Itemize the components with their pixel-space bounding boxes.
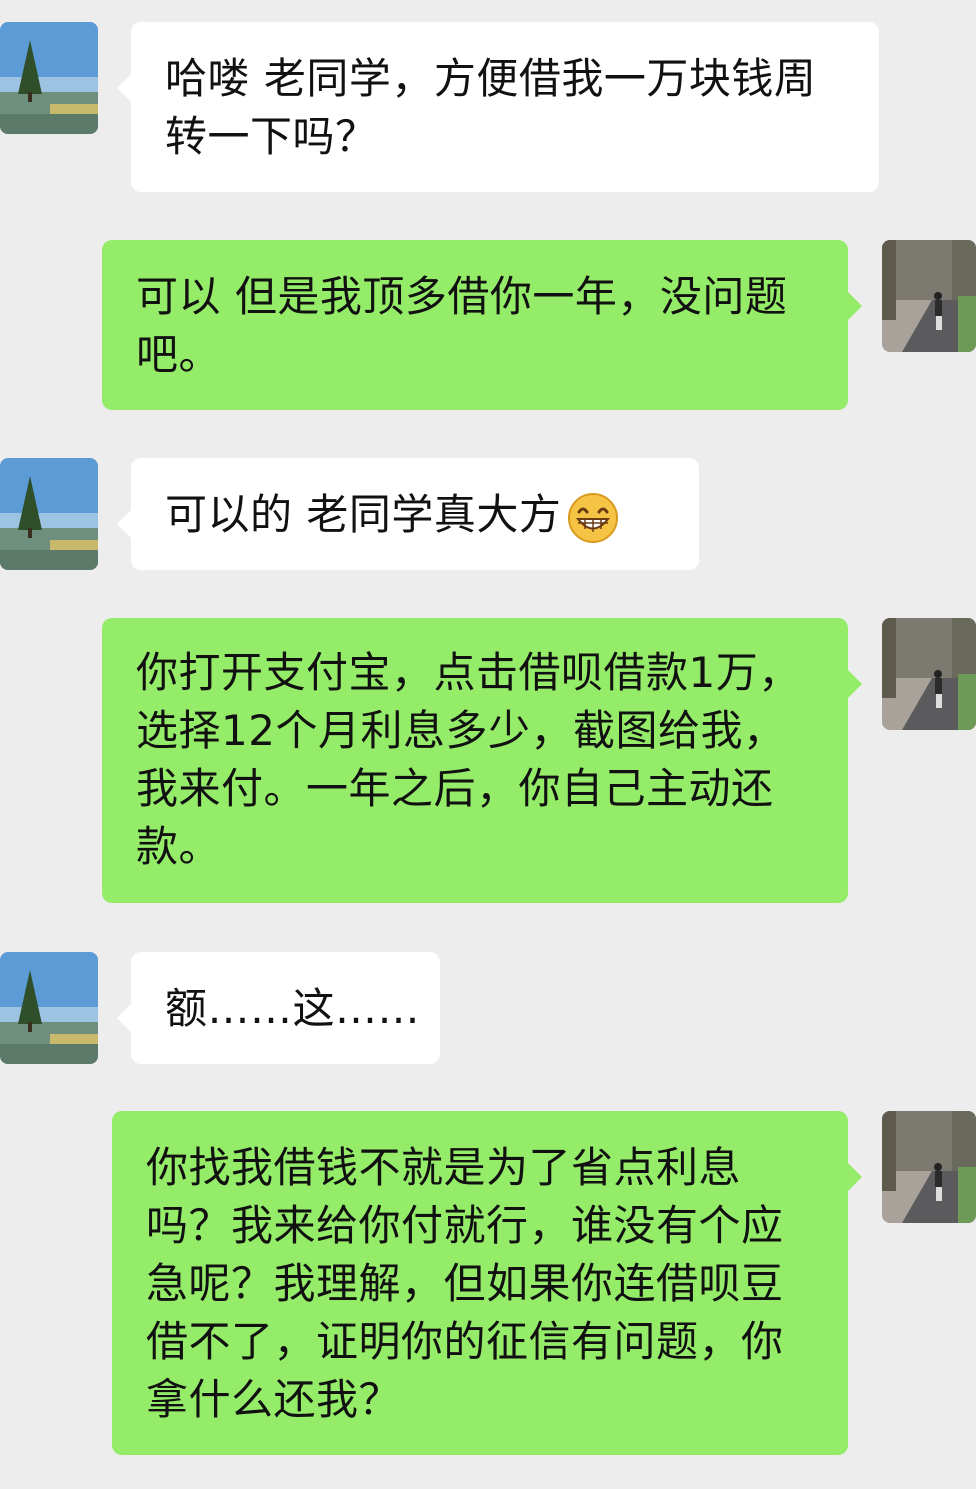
message-bubble-outgoing[interactable]: 可以 但是我顶多借你一年，没问题吧。 bbox=[102, 240, 862, 410]
self-avatar[interactable] bbox=[882, 1111, 976, 1223]
bubble-tail bbox=[848, 1163, 862, 1191]
self-avatar[interactable] bbox=[882, 618, 976, 730]
contact-avatar[interactable] bbox=[0, 952, 98, 1064]
message-bubble-incoming[interactable]: 可以的 老同学真大方 bbox=[117, 458, 699, 570]
grinning-face-icon bbox=[568, 492, 619, 543]
bubble-tail bbox=[117, 510, 131, 538]
street-walker-avatar bbox=[882, 1111, 976, 1223]
tree-landscape-avatar bbox=[0, 22, 98, 134]
tree-landscape-avatar bbox=[0, 458, 98, 570]
message-text: 可以 但是我顶多借你一年，没问题吧。 bbox=[136, 272, 788, 379]
contact-avatar[interactable] bbox=[0, 22, 98, 134]
bubble-tail bbox=[848, 292, 862, 320]
message-text: 哈喽 老同学，方便借我一万块钱周转一下吗？ bbox=[165, 54, 817, 161]
message-bubble-incoming[interactable]: 哈喽 老同学，方便借我一万块钱周转一下吗？ bbox=[117, 22, 879, 192]
message-bubble-incoming[interactable]: 额……这…… bbox=[117, 952, 440, 1064]
bubble-tail bbox=[848, 670, 862, 698]
message-text: 你打开支付宝，点击借呗借款1万，选择12个月利息多少，截图给我，我来付。一年之后… bbox=[136, 648, 801, 871]
chat-thread: 哈喽 老同学，方便借我一万块钱周转一下吗？ 可以 但是我顶多借你一年，没问题吧。 bbox=[0, 0, 976, 1489]
message-text: 你找我借钱不就是为了省点利息吗？我来给你付就行，谁没有个应急呢？我理解，但如果你… bbox=[146, 1143, 784, 1424]
self-avatar[interactable] bbox=[882, 240, 976, 352]
street-walker-avatar bbox=[882, 240, 976, 352]
message-text: 额……这…… bbox=[165, 984, 421, 1033]
contact-avatar[interactable] bbox=[0, 458, 98, 570]
bubble-tail bbox=[117, 74, 131, 102]
street-walker-avatar bbox=[882, 618, 976, 730]
message-text-content: 可以的 老同学真大方 bbox=[165, 490, 562, 539]
bubble-tail bbox=[117, 1004, 131, 1032]
tree-landscape-avatar bbox=[0, 952, 98, 1064]
message-text: 可以的 老同学真大方 bbox=[165, 486, 679, 544]
message-bubble-outgoing[interactable]: 你找我借钱不就是为了省点利息吗？我来给你付就行，谁没有个应急呢？我理解，但如果你… bbox=[112, 1111, 862, 1455]
message-bubble-outgoing[interactable]: 你打开支付宝，点击借呗借款1万，选择12个月利息多少，截图给我，我来付。一年之后… bbox=[102, 618, 862, 903]
